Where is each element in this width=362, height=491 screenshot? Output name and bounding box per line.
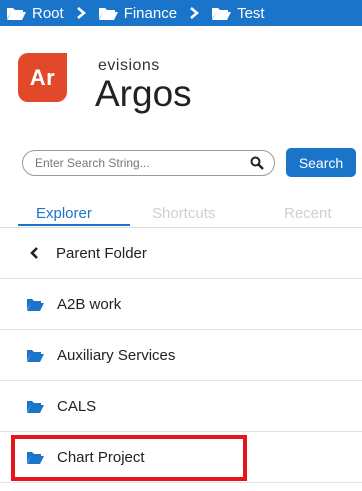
folder-open-icon: [212, 8, 232, 20]
chevron-left-icon: [30, 247, 38, 259]
folder-open-icon: [98, 8, 118, 20]
folder-item-cals[interactable]: CALS: [0, 381, 362, 432]
tab-bar: Explorer Shortcuts Recent: [0, 205, 362, 227]
folder-open-icon: [7, 8, 26, 20]
folder-label: Auxiliary Services: [57, 346, 176, 364]
tab-recent[interactable]: Recent: [284, 205, 332, 222]
folder-label: CALS: [57, 397, 97, 415]
breadcrumb-label: Test: [237, 4, 265, 22]
tab-shortcuts[interactable]: Shortcuts: [152, 205, 215, 222]
breadcrumb-item-finance[interactable]: Finance: [98, 5, 177, 22]
breadcrumb-label: Root: [32, 4, 64, 22]
breadcrumb-item-root[interactable]: Root: [6, 5, 64, 22]
parent-folder-label: Parent Folder: [56, 244, 147, 262]
breadcrumb-item-test[interactable]: Test: [211, 5, 265, 22]
search-icon[interactable]: [250, 156, 264, 170]
search-field: [22, 150, 275, 176]
folder-open-icon: [27, 298, 44, 311]
folder-item-a2b-work[interactable]: A2B work: [0, 279, 362, 330]
chevron-right-icon: [64, 7, 98, 19]
folder-list: Parent Folder A2B work Auxiliary Service…: [0, 228, 362, 483]
folder-label: Chart Project: [57, 448, 145, 466]
breadcrumb-label: Finance: [123, 4, 178, 22]
folder-open-icon: [27, 451, 44, 464]
folder-item-auxiliary-services[interactable]: Auxiliary Services: [0, 330, 362, 381]
chevron-right-icon: [177, 7, 211, 19]
folder-label: A2B work: [57, 295, 122, 313]
parent-folder-item[interactable]: Parent Folder: [0, 228, 362, 279]
tab-explorer[interactable]: Explorer: [36, 205, 92, 222]
app-logo: Ar: [18, 53, 67, 102]
search-button[interactable]: Search: [286, 148, 356, 177]
active-tab-indicator: [18, 224, 130, 226]
product-name: Argos: [95, 73, 192, 114]
folder-item-chart-project[interactable]: Chart Project: [0, 432, 362, 483]
folder-open-icon: [27, 349, 44, 362]
folder-open-icon: [27, 400, 44, 413]
breadcrumb: Root Finance Test: [0, 0, 362, 26]
search-input[interactable]: [23, 155, 247, 171]
